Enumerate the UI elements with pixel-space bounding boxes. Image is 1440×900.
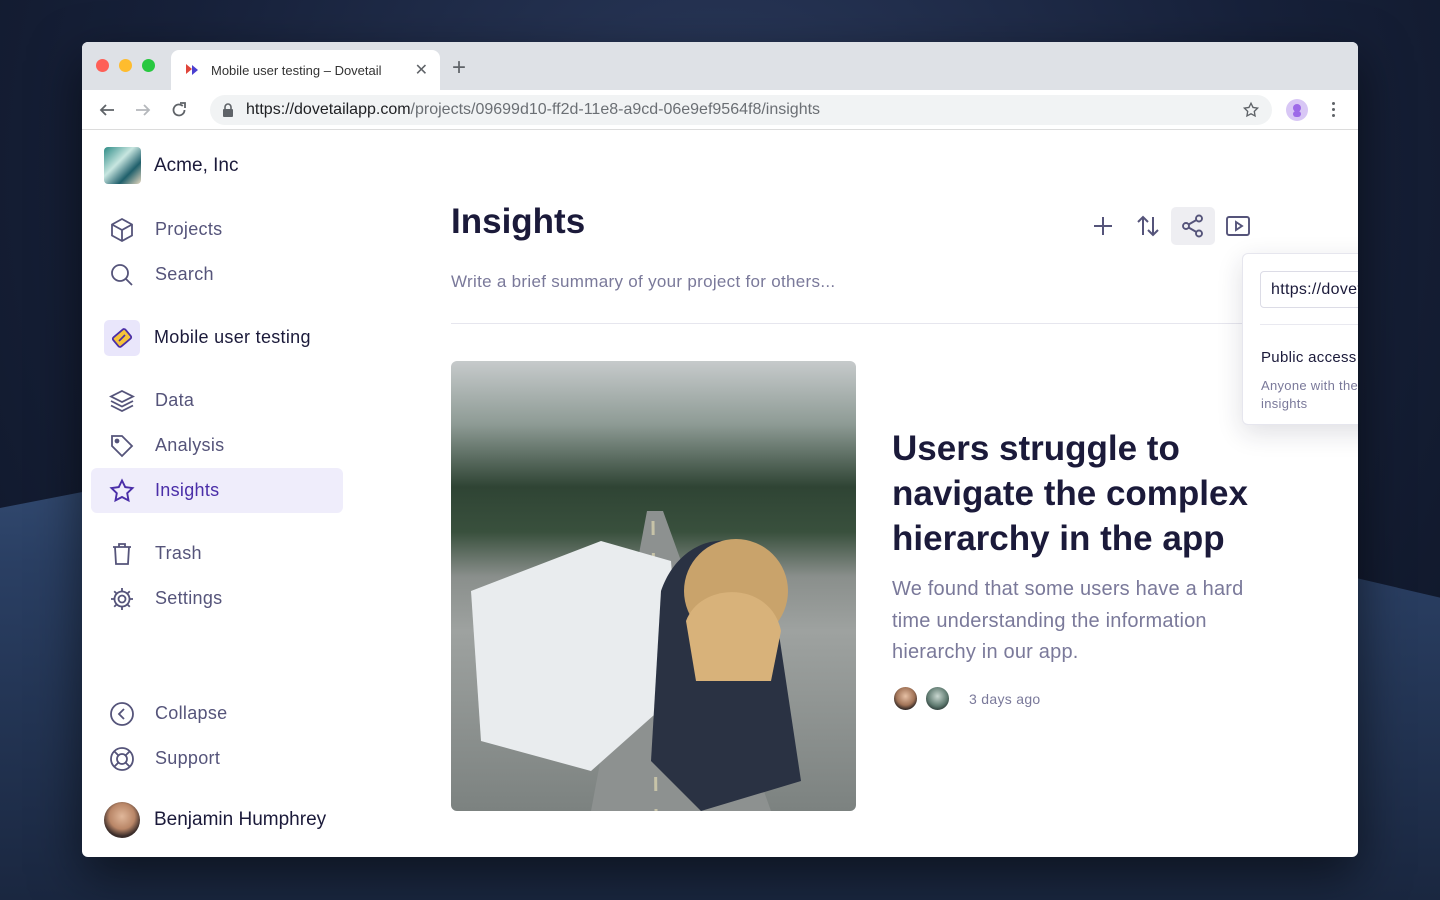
ticket-icon [104,319,140,356]
chevron-left-circle-icon [108,700,136,728]
insight-title[interactable]: Users struggle to navigate the complex h… [892,426,1262,561]
star-icon [108,477,136,505]
share-link-field[interactable] [1260,271,1358,308]
public-access-label: Public access [1261,349,1357,366]
sidebar-item-label: Collapse [155,703,228,723]
sort-arrows-icon [1137,215,1159,237]
lock-icon [223,102,233,117]
play-icon [1226,216,1250,236]
tab-title: Mobile user testing – Dovetail [211,62,382,78]
sidebar: Acme, Inc Projects Search Mobile user te… [82,130,362,857]
dovetail-logo-icon [186,64,198,75]
sidebar-item-search[interactable]: Search [91,252,343,297]
tab-close-icon[interactable]: ✕ [415,60,428,80]
user-menu[interactable]: Benjamin Humphrey [104,802,326,838]
project-summary-input[interactable]: Write a brief summary of your project fo… [451,272,835,292]
add-insight-button[interactable] [1081,207,1125,245]
sidebar-item-label: Search [155,264,214,284]
layers-icon [108,387,136,415]
insight-cover-image[interactable] [451,361,856,811]
sidebar-item-label: Analysis [155,435,225,455]
lifebuoy-icon [108,745,136,773]
insights-toolbar [1081,207,1261,245]
org-name: Acme, Inc [154,154,239,176]
road-photo-illustration [471,511,801,811]
divider [1260,324,1358,325]
sidebar-item-project[interactable]: Mobile user testing [91,315,343,360]
sidebar-item-data[interactable]: Data [91,378,343,423]
present-button[interactable] [1216,207,1260,245]
sidebar-item-support[interactable]: Support [91,736,343,781]
tab-strip: Mobile user testing – Dovetail ✕ + [82,42,1358,90]
new-tab-button[interactable]: + [452,54,466,82]
minimize-window-button[interactable] [119,59,132,72]
sidebar-item-insights[interactable]: Insights [91,468,343,513]
sort-button[interactable] [1126,207,1170,245]
plus-icon [1094,217,1112,235]
sidebar-item-label: Settings [155,588,223,608]
app-content: Acme, Inc Projects Search Mobile user te… [82,130,1358,857]
divider [451,323,1262,324]
url-host: https://dovetailapp.com [246,100,411,118]
share-popover: Public access Anyone with the link can v… [1242,253,1358,425]
org-logo [104,147,141,184]
sidebar-item-analysis[interactable]: Analysis [91,423,343,468]
sidebar-item-projects[interactable]: Projects [91,207,343,252]
url-text: https://dovetailapp.com/projects/09699d1… [246,101,820,119]
browser-tab[interactable]: Mobile user testing – Dovetail ✕ [171,50,440,90]
org-switcher[interactable]: Acme, Inc [104,147,238,184]
sidebar-item-settings[interactable]: Settings [91,576,343,621]
main-content: Insights Write a brief summary of your p… [451,130,1358,857]
avatar [892,685,919,712]
sidebar-item-trash[interactable]: Trash [91,531,343,576]
sidebar-item-collapse[interactable]: Collapse [91,691,343,736]
reload-button[interactable] [168,99,190,121]
tag-icon [108,432,136,460]
trash-icon [108,540,136,568]
bookmark-star-icon[interactable] [1242,101,1260,119]
window-controls [96,59,155,72]
back-button[interactable] [96,99,118,121]
sidebar-item-label: Projects [155,219,223,239]
forward-button[interactable] [132,99,154,121]
sidebar-item-label: Data [155,390,195,410]
search-icon [108,261,136,289]
address-bar[interactable]: https://dovetailapp.com/projects/09699d1… [210,94,1272,125]
project-name: Mobile user testing [154,327,311,347]
insight-description: We found that some users have a hard tim… [892,578,1244,663]
browser-window: Mobile user testing – Dovetail ✕ + https… [82,42,1358,857]
sidebar-item-label: Support [155,748,221,768]
public-access-description: Anyone with the link can view insights [1261,378,1358,411]
user-name: Benjamin Humphrey [154,809,327,830]
profile-avatar[interactable] [1286,98,1308,121]
sidebar-item-label: Trash [155,543,202,563]
sidebar-item-label: Insights [155,480,220,500]
url-path: /projects/09699d10-ff2d-11e8-a9cd-06e9ef… [410,100,821,118]
maximize-window-button[interactable] [142,59,155,72]
avatar [924,685,951,712]
avatar [104,802,140,838]
share-button[interactable] [1171,207,1215,245]
cube-icon [108,216,136,244]
page-title: Insights [451,202,586,241]
insight-timestamp: 3 days ago [969,690,1041,707]
insight-meta: 3 days ago [892,685,1041,712]
browser-toolbar: https://dovetailapp.com/projects/09699d1… [82,90,1358,130]
share-icon [1182,214,1203,238]
close-window-button[interactable] [96,59,109,72]
browser-menu-icon[interactable] [1322,102,1344,117]
gear-icon [108,585,136,613]
